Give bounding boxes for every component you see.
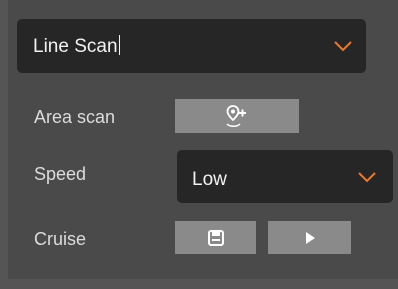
chevron-down-icon: [358, 171, 376, 182]
cruise-label: Cruise: [34, 229, 87, 249]
speed-label: Speed: [34, 164, 87, 184]
add-area-scan-button[interactable]: [175, 99, 299, 133]
play-cruise-button[interactable]: [268, 221, 351, 254]
ptz-scan-panel: Line Scan Area scan Speed Low Cruise: [0, 0, 398, 289]
scan-mode-select[interactable]: Line Scan: [17, 19, 366, 73]
scan-mode-value: Line Scan: [33, 35, 118, 57]
chevron-down-icon: [334, 41, 352, 52]
save-cruise-button[interactable]: [175, 221, 256, 254]
speed-select[interactable]: Low: [177, 150, 393, 203]
speed-value: Low: [192, 168, 227, 190]
area-scan-label: Area scan: [34, 107, 116, 127]
add-location-icon: [226, 105, 246, 127]
panel-bottom-border: [0, 279, 398, 289]
play-icon: [305, 231, 315, 244]
save-icon: [207, 229, 224, 246]
panel-left-border: [0, 0, 8, 289]
